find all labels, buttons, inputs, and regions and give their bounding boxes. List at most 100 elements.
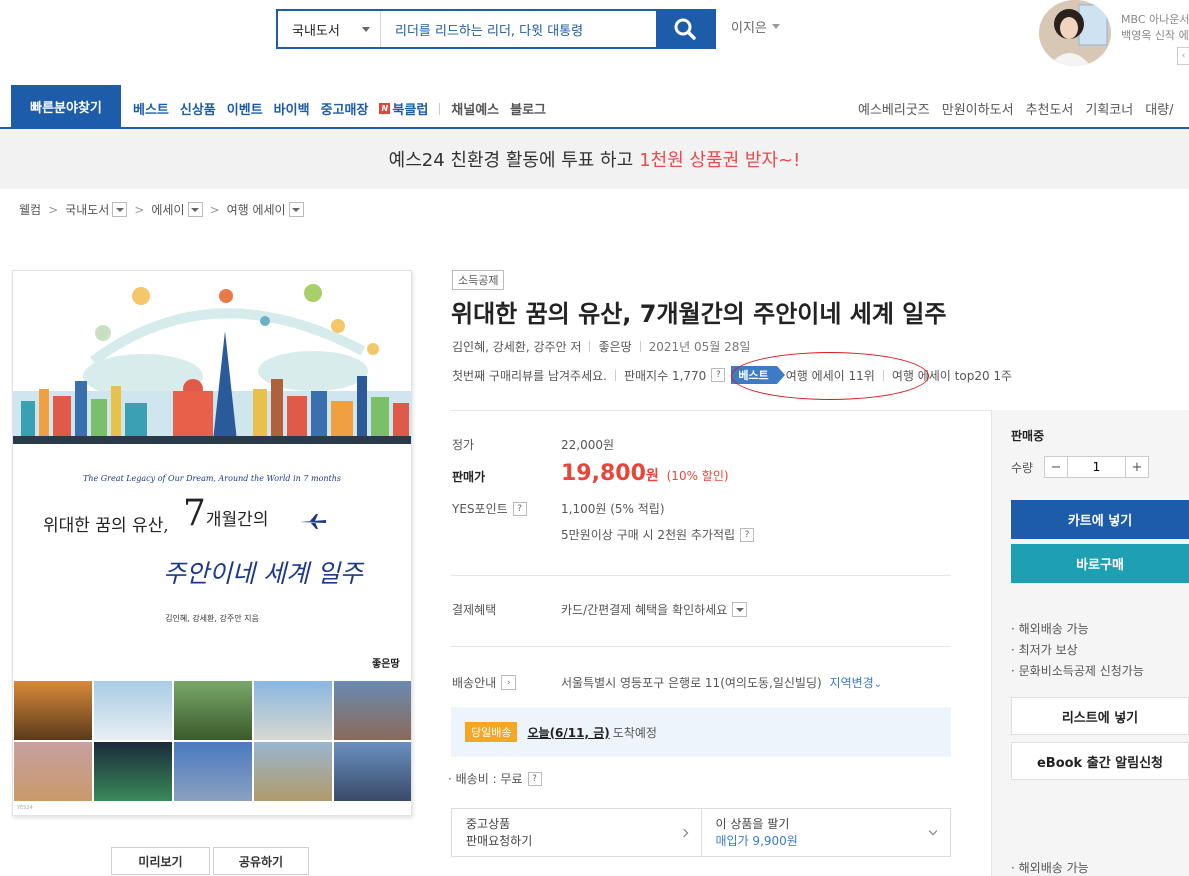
breadcrumb-dropdown[interactable] [112, 202, 128, 217]
event-banner[interactable]: 예스24 친환경 활동에 투표 하고 1천원 상품권 받자~! [0, 129, 1189, 189]
cover-photo [13, 680, 93, 741]
search-category-label: 국내도서 [292, 23, 340, 39]
list-price-value: 22,000원 [561, 438, 615, 452]
discount-rate: (10% 할인) [666, 469, 729, 483]
breadcrumb-dropdown[interactable] [288, 202, 304, 217]
nav-recommended[interactable]: 추천도서 [1026, 99, 1074, 118]
book-title: 위대한 꿈의 유산, 7개월간의 주안이네 세계 일주 [451, 300, 947, 328]
promo-prev-button[interactable]: ‹ [1177, 47, 1189, 65]
cover-photo [253, 741, 333, 802]
points-label: YES포인트? [452, 500, 527, 517]
book-authors[interactable]: 김인혜, 강세환, 강주안 저 [452, 338, 581, 355]
cover-photo [13, 741, 93, 802]
nav-bulk[interactable]: 대량/ [1145, 99, 1173, 118]
breadcrumb-dropdown[interactable] [187, 202, 203, 217]
cover-photo [333, 680, 411, 741]
review-prompt-link[interactable]: 첫번째 구매리뷰를 남겨주세요. [452, 367, 607, 384]
cover-photo [253, 680, 333, 741]
breadcrumb-essay[interactable]: 에세이 [151, 201, 184, 218]
author-photo-image [1039, 0, 1111, 66]
feature-lowest-price: · 최저가 보상 [1011, 643, 1078, 657]
promo-text[interactable]: MBC 아나운서 백영옥 신작 에세 [1121, 12, 1189, 44]
search-icon [674, 18, 696, 40]
sale-price-value: 19,800 [561, 461, 646, 486]
book-publisher[interactable]: 좋은땅 [598, 338, 631, 355]
nav-divider [439, 102, 441, 115]
feature-overseas: · 해외배송 가능 [1011, 622, 1089, 636]
sale-status: 판매중 [1011, 429, 1045, 443]
chevron-down-icon: ⌄ [873, 679, 883, 690]
quantity-stepper: − + [1044, 456, 1149, 478]
chevron-down-icon [191, 207, 200, 212]
cover-title-seven: 7개월간의 [183, 493, 269, 534]
payment-benefit[interactable]: 카드/간편결제 혜택을 확인하세요 [561, 601, 748, 618]
search-input[interactable] [381, 11, 656, 47]
chevron-down-icon [735, 607, 744, 612]
nav-event[interactable]: 이벤트 [227, 99, 263, 118]
nav-planning[interactable]: 기획코너 [1085, 99, 1133, 118]
same-day-badge: 당일배송 [465, 722, 518, 742]
user-menu[interactable]: 이지은 [731, 17, 780, 36]
nav-under-10000[interactable]: 만원이하도서 [942, 99, 1014, 118]
red-annotation-circle [731, 352, 929, 400]
delivery-date[interactable]: 오늘(6/11, 금) [527, 724, 609, 741]
meta-divider [589, 341, 591, 352]
nav-new[interactable]: 신상품 [180, 99, 216, 118]
breadcrumb-travel-essay[interactable]: 여행 에세이 [227, 201, 286, 218]
delivery-info-button[interactable]: › [501, 675, 517, 690]
chevron-right-icon: > [134, 202, 145, 217]
quantity-increase-button[interactable]: + [1126, 457, 1148, 477]
search-bar: 국내도서 [276, 9, 716, 49]
used-sell-request[interactable]: 중고상품 판매요청하기 [452, 809, 701, 856]
help-icon[interactable]: ? [740, 527, 755, 542]
section-divider [451, 410, 991, 411]
chevron-right-icon: > [48, 202, 59, 217]
help-icon[interactable]: ? [527, 771, 542, 786]
nav-best[interactable]: 베스트 [133, 99, 169, 118]
sales-index: 판매지수 1,770 [623, 368, 707, 383]
cover-watermark: YES24 [17, 805, 33, 811]
breadcrumb-domestic[interactable]: 국내도서 [65, 201, 109, 218]
sell-this-item[interactable]: 이 상품을 팔기 매입가 9,900원 [700, 809, 951, 856]
main-nav: 베스트 신상품 이벤트 바이백 중고매장 N 북클럽 채널예스 블로그 [133, 99, 557, 118]
payment-dropdown[interactable] [732, 602, 748, 617]
nav-blog[interactable]: 블로그 [510, 99, 546, 118]
chevron-down-icon [771, 24, 780, 29]
nav-bookclub[interactable]: N 북클럽 [379, 99, 428, 118]
list-price-label: 정가 [452, 438, 475, 452]
breadcrumb: 웰컴 > 국내도서 > 에세이 > 여행 에세이 [19, 201, 304, 218]
search-button[interactable] [656, 11, 714, 47]
book-cover[interactable]: The Great Legacy of Our Dream, Around th… [12, 270, 412, 816]
add-to-wishlist-button[interactable]: 리스트에 넣기 [1011, 697, 1189, 735]
cover-photo [173, 680, 253, 741]
buy-now-button[interactable]: 바로구매 [1011, 544, 1189, 583]
book-meta: 김인혜, 강세환, 강주안 저 좋은땅 2021년 05월 28일 [452, 338, 750, 355]
chevron-down-icon [928, 826, 938, 835]
nav-channel-yes[interactable]: 채널예스 [451, 99, 499, 118]
feature-culture-deduction: · 문화비소득공제 신청가능 [1011, 664, 1144, 678]
cover-publisher: 좋은땅 [372, 659, 400, 670]
shipping-fee: · 배송비 : 무료? [448, 770, 542, 787]
purchase-features: · 해외배송 가능 · 최저가 보상 · 문화비소득공제 신청가능 [1011, 619, 1144, 682]
nav-buyback[interactable]: 바이백 [274, 99, 310, 118]
region-change-link[interactable]: 지역변경 [830, 676, 874, 690]
preview-button[interactable]: 미리보기 [111, 847, 210, 875]
add-to-cart-button[interactable]: 카트에 넣기 [1011, 500, 1189, 539]
help-icon[interactable]: ? [512, 501, 527, 516]
search-category-select[interactable]: 국내도서 [278, 11, 381, 47]
quantity-input[interactable] [1067, 457, 1126, 477]
chevron-down-icon [292, 207, 301, 212]
ebook-alert-button[interactable]: eBook 출간 알림신청 [1011, 742, 1189, 780]
cover-photo [93, 680, 173, 741]
promo-author-photo[interactable] [1039, 0, 1111, 66]
quantity-decrease-button[interactable]: − [1045, 457, 1067, 477]
nav-used-store[interactable]: 중고매장 [321, 99, 369, 118]
breadcrumb-home[interactable]: 웰컴 [19, 201, 41, 218]
chevron-right-icon: > [209, 202, 220, 217]
nav-goods[interactable]: 예스베리굿즈 [858, 99, 930, 118]
cover-photo [93, 741, 173, 802]
share-button[interactable]: 공유하기 [213, 847, 309, 875]
cover-author: 김인혜, 강세환, 강주안 지음 [165, 614, 259, 623]
help-icon[interactable]: ? [711, 368, 726, 382]
quick-find-button[interactable]: 빠른분야찾기 [11, 85, 121, 128]
